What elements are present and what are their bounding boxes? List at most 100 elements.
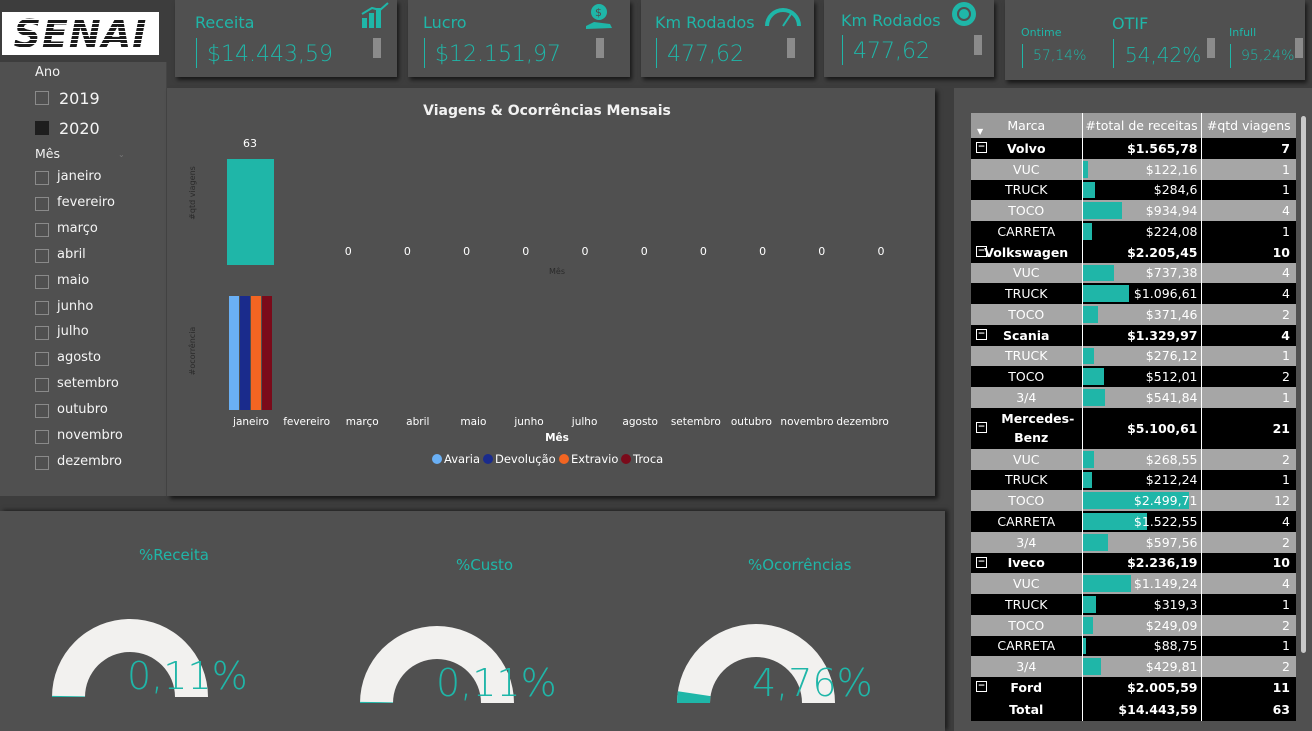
checkbox-setembro[interactable] [35,378,49,393]
table-scrollbar-thumb[interactable] [1301,116,1306,653]
otif-title: OTIF [1112,14,1149,33]
checkbox-abril[interactable] [35,248,49,263]
collapse-minus-icon[interactable]: − [976,329,987,341]
cell-qtd: 2 [1201,304,1296,325]
month-label-setembro[interactable]: setembro [57,376,119,391]
checkbox-2019[interactable] [35,91,49,105]
cell-marca: TRUCK [971,283,1083,304]
km-value: 477,62 [667,42,744,67]
cell-receita: $1.149,24 [1082,573,1202,594]
month-label-abril[interactable]: abril [57,247,86,262]
checkbox-fevereiro[interactable] [35,196,49,211]
receita-text: $1.565,78 [1127,140,1198,156]
month-label-março[interactable]: março [57,221,98,236]
cell-receita: $1.329,97 [1082,324,1202,346]
checkbox-2020[interactable] [35,121,49,135]
checkbox-dezembro[interactable] [35,455,49,470]
checkbox-janeiro[interactable] [35,171,49,185]
receita-text: $1.149,24 [1133,576,1198,592]
brand-group-row[interactable]: − Mercedes-Benz $5.100,61 21 [971,407,1296,449]
cell-receita: $1.096,61 [1082,283,1202,304]
cell-receita: $2.499,71 [1082,490,1202,511]
brand-group-row[interactable]: − Ford $2.005,59 11 [971,677,1296,698]
bar-avaria-janeiro[interactable] [229,296,239,410]
cell-receita: $319,3 [1082,594,1202,615]
month-label-agosto[interactable]: agosto [57,350,101,365]
brand-group-row[interactable]: − Volvo $1.565,78 7 [971,138,1296,159]
collapse-chevron-icon[interactable]: ⌄ [118,150,125,159]
checkbox-outubro[interactable] [35,404,49,419]
receita-data-bar [1082,471,1092,489]
marca-text: TOCO [1008,306,1045,322]
kpi-gray-indicator [373,38,381,58]
senai-logo: SENAI [2,12,159,55]
month-label-junho[interactable]: junho [57,299,93,314]
checkbox-maio[interactable] [35,274,49,289]
collapse-minus-icon[interactable]: − [976,681,987,693]
col-marca[interactable]: Marca ▼ [971,113,1083,138]
table-row: TOCO $249,09 2 [971,614,1296,636]
kpi-card-lucro: Lucro $12.151,97 $ [408,0,630,77]
month-label-janeiro[interactable]: janeiro [57,169,101,184]
cell-receita: $429,81 [1082,656,1202,677]
checkbox-novembro[interactable] [35,430,49,444]
bar-troca-janeiro[interactable] [262,296,272,410]
collapse-minus-icon[interactable]: − [976,422,987,434]
col-total-receitas[interactable]: #total de receitas [1082,113,1202,138]
bar-extravio-janeiro[interactable] [251,296,261,410]
receita-text: $284,6 [1153,182,1198,198]
legend-label-extravio[interactable]: Extravio [571,452,618,466]
kpi-card-km-rodados: Km Rodados 477,62 [641,0,814,77]
collapse-minus-icon[interactable]: − [976,556,987,568]
receita-data-bar [1082,306,1099,323]
cell-marca: TRUCK [971,469,1083,491]
legend-label-devolução[interactable]: Devolução [495,452,556,466]
year-2020-label[interactable]: 2020 [59,119,100,138]
cell-receita: $268,55 [1082,448,1202,470]
top-x-axis-label: Mês [549,266,565,276]
x-tick-março: março [346,416,379,428]
legend-label-avaria[interactable]: Avaria [444,452,480,466]
kpi-gray-indicator [1295,38,1303,58]
brand-group-row[interactable]: − Volkswagen $2.205,45 10 [971,241,1296,263]
x-tick-agosto: agosto [622,416,658,428]
collapse-minus-icon[interactable]: − [976,142,987,154]
marca-text: CARRETA [997,223,1056,239]
bar-viagens-janeiro[interactable] [227,159,274,265]
cell-receita: $5.100,61 [1082,407,1202,449]
receita-data-bar [1082,616,1094,634]
checkbox-junho[interactable] [35,300,49,315]
legend-label-troca[interactable]: Troca [632,452,663,466]
collapse-minus-icon[interactable]: − [976,246,987,258]
col-qtd-viagens[interactable]: #qtd viagens [1201,113,1296,138]
month-label-julho[interactable]: julho [57,324,89,339]
checkbox-agosto[interactable] [35,352,49,367]
bar-devolução-janeiro[interactable] [240,296,250,410]
cell-qtd: 1 [1201,158,1296,180]
month-label-maio[interactable]: maio [57,273,89,288]
checkbox-março[interactable] [35,222,49,237]
year-2019-label[interactable]: 2019 [59,89,100,108]
ano-label: Ano [35,65,61,80]
x-tick-abril: abril [406,416,429,428]
receita-text: $268,55 [1145,451,1198,467]
cell-qtd: 2 [1201,448,1296,470]
month-label-outubro[interactable]: outubro [57,402,108,417]
brand-group-row[interactable]: − Iveco $2.236,19 10 [971,552,1296,574]
month-label-novembro[interactable]: novembro [57,428,123,443]
lucro-value: $12.151,97 [435,42,561,67]
cell-receita: $88,75 [1082,635,1202,657]
kpi-divider [1230,44,1231,68]
cell-marca: 3/4 [971,531,1083,553]
brand-group-row[interactable]: − Scania $1.329,97 4 [971,324,1296,346]
checkbox-julho[interactable] [35,326,49,341]
receita-data-bar [1082,637,1087,655]
cell-qtd: 4 [1201,262,1296,284]
cell-receita: $2.205,45 [1082,241,1202,263]
month-label-fevereiro[interactable]: fevereiro [57,195,115,210]
receita-data-bar [1082,285,1129,302]
marca-text: TRUCK [1005,182,1048,198]
sort-desc-icon[interactable]: ▼ [977,127,983,136]
cell-marca: − Volkswagen [971,241,1083,263]
month-label-dezembro[interactable]: dezembro [57,454,122,469]
